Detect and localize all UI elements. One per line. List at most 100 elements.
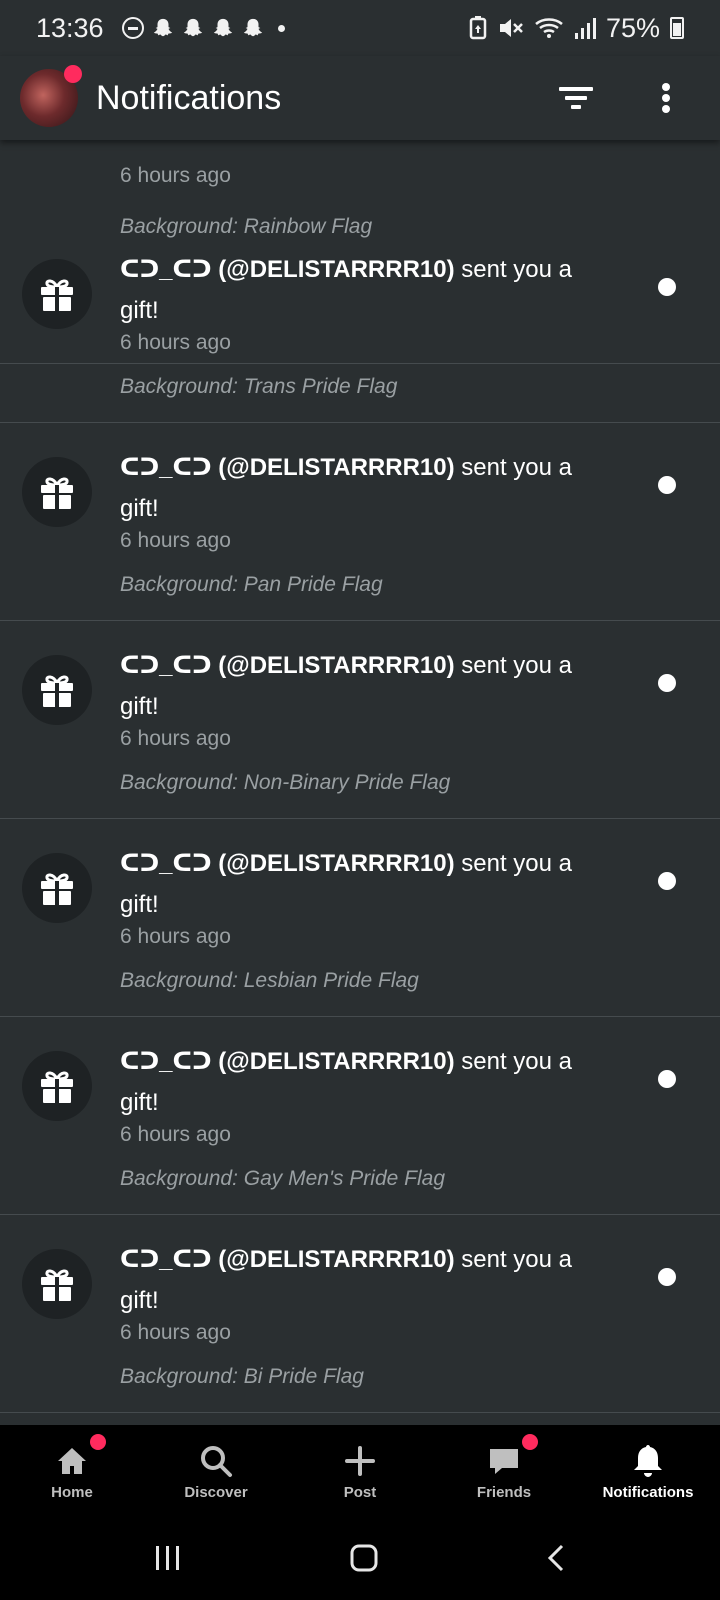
nav-discover-icon-wrap: [199, 1440, 233, 1482]
notification-time: 6 hours ago: [120, 925, 231, 948]
sender-name[interactable]: ᑕᑐ_ᑕᑐ (@DELISTARRRR10): [120, 256, 455, 283]
bottom-nav: Home Discover Post Friends Notifications: [0, 1425, 720, 1515]
sender-name[interactable]: ᑕᑐ_ᑕᑐ (@DELISTARRRR10): [120, 454, 455, 481]
unread-indicator: [658, 1268, 676, 1286]
header-actions: [556, 78, 700, 118]
gift-icon: [41, 873, 73, 905]
unread-indicator: [658, 1070, 676, 1088]
gift-icon: [41, 477, 73, 509]
home-button-icon[interactable]: [349, 1543, 379, 1573]
snapchat-icon: [153, 18, 172, 37]
notification-text: ᑕᑐ_ᑕᑐ (@DELISTARRRR10) sent you a gift! …: [120, 249, 610, 399]
notification-background: Background: Bi Pride Flag: [120, 1365, 364, 1388]
back-icon[interactable]: [545, 1543, 567, 1573]
unread-indicator: [658, 872, 676, 890]
gift-icon: [41, 1269, 73, 1301]
gift-avatar: [22, 457, 92, 527]
status-icons: [121, 17, 285, 39]
status-bar: 13:36 75%: [0, 0, 720, 56]
notification-message: ᑕᑐ_ᑕᑐ (@DELISTARRRR10) sent you a gift!: [120, 1041, 610, 1123]
nav-friends-icon-wrap: [488, 1433, 538, 1482]
nav-home-label: Home: [51, 1483, 93, 1501]
nav-home[interactable]: Home: [0, 1425, 144, 1515]
avatar[interactable]: [20, 65, 82, 127]
signal-icon: [574, 18, 596, 39]
more-vertical-icon: [662, 83, 670, 113]
battery-percent: 75%: [605, 12, 660, 43]
status-left: 13:36: [36, 13, 285, 44]
battery-icon: [670, 17, 684, 39]
home-icon: [58, 1447, 86, 1474]
unread-indicator: [658, 278, 676, 296]
status-right: 75%: [468, 13, 684, 44]
notification-dot-icon: [277, 24, 285, 32]
search-icon: [201, 1445, 232, 1477]
more-options-button[interactable]: [646, 78, 686, 118]
wifi-icon: [535, 18, 563, 38]
snapchat-icon: [213, 18, 232, 37]
recent-apps-icon[interactable]: [153, 1544, 183, 1572]
notification-message: ᑕᑐ_ᑕᑐ (@DELISTARRRR10) sent you a gift!: [120, 1239, 610, 1321]
notification-message: ᑕᑐ_ᑕᑐ (@DELISTARRRR10) sent you a gift!: [120, 843, 610, 925]
system-nav: [0, 1515, 720, 1600]
chat-icon: [490, 1448, 518, 1474]
gift-avatar: [22, 259, 92, 329]
notification-background: Background: Lesbian Pride Flag: [120, 969, 419, 992]
bell-icon: [634, 1444, 662, 1477]
list-item[interactable]: ᑕᑐ_ᑕᑐ (@DELISTARRRR10) sent you a gift! …: [0, 423, 720, 621]
nav-notifications[interactable]: Notifications: [576, 1425, 720, 1515]
mute-icon: [499, 19, 523, 37]
gift-avatar: [22, 1051, 92, 1121]
notification-time: 6 hours ago: [120, 1123, 231, 1146]
notification-text: ᑕᑐ_ᑕᑐ (@DELISTARRRR10) sent you a gift! …: [120, 447, 610, 597]
snapchat-icon: [243, 18, 262, 37]
gift-avatar: [22, 655, 92, 725]
home-badge: [90, 1433, 106, 1450]
notification-message: ᑕᑐ_ᑕᑐ (@DELISTARRRR10) sent you a gift!: [120, 645, 610, 727]
notification-message: ᑕᑐ_ᑕᑐ (@DELISTARRRR10) sent you a gift!: [120, 447, 610, 529]
gift-avatar: [22, 853, 92, 923]
notification-time: 6 hours ago: [120, 331, 231, 354]
notification-background: Background: Non-Binary Pride Flag: [120, 771, 451, 794]
notification-time: 6 hours ago: [120, 727, 231, 750]
nav-home-icon-wrap: [56, 1433, 106, 1482]
plus-icon: [345, 1445, 375, 1476]
sender-name[interactable]: ᑕᑐ_ᑕᑐ (@DELISTARRRR10): [120, 1246, 455, 1273]
sender-name[interactable]: ᑕᑐ_ᑕᑐ (@DELISTARRRR10): [120, 652, 455, 679]
gift-icon: [41, 1071, 73, 1103]
nav-notifications-label: Notifications: [602, 1483, 694, 1501]
status-time: 13:36: [36, 12, 104, 43]
list-item[interactable]: ᑕᑐ_ᑕᑐ (@DELISTARRRR10) sent you a gift! …: [0, 225, 720, 423]
nav-post[interactable]: Post: [288, 1425, 432, 1515]
nav-friends[interactable]: Friends: [432, 1425, 576, 1515]
list-item[interactable]: ᑕᑐ_ᑕᑐ (@DELISTARRRR10) sent you a gift! …: [0, 819, 720, 1017]
sender-name[interactable]: ᑕᑐ_ᑕᑐ (@DELISTARRRR10): [120, 850, 455, 877]
nav-discover[interactable]: Discover: [144, 1425, 288, 1515]
list-item[interactable]: ᑕᑐ_ᑕᑐ (@DELISTARRRR10) sent you a gift! …: [0, 1215, 720, 1413]
snapchat-icon: [183, 18, 202, 37]
filter-button[interactable]: [556, 78, 596, 118]
gift-avatar: [22, 1249, 92, 1319]
notification-list[interactable]: 6 hours ago Background: Rainbow Flag ᑕᑐ_…: [0, 140, 720, 1425]
notification-background: Background: Pan Pride Flag: [120, 573, 383, 596]
list-item[interactable]: ᑕᑐ_ᑕᑐ (@DELISTARRRR10) sent you a gift! …: [0, 1017, 720, 1215]
nav-discover-label: Discover: [184, 1483, 248, 1501]
notification-time: 6 hours ago: [120, 529, 231, 552]
gift-icon: [41, 675, 73, 707]
notification-text: ᑕᑐ_ᑕᑐ (@DELISTARRRR10) sent you a gift! …: [120, 1239, 610, 1389]
notification-time: 6 hours ago: [120, 164, 231, 187]
list-item[interactable]: ᑕᑐ_ᑕᑐ (@DELISTARRRR10) sent you a gift! …: [0, 621, 720, 819]
do-not-disturb-icon: [121, 17, 144, 39]
nav-friends-label: Friends: [476, 1483, 532, 1501]
unread-indicator: [658, 674, 676, 692]
notification-text: ᑕᑐ_ᑕᑐ (@DELISTARRRR10) sent you a gift! …: [120, 843, 610, 993]
friends-badge: [522, 1433, 538, 1450]
unread-indicator: [658, 476, 676, 494]
gift-icon: [41, 279, 73, 311]
sender-name[interactable]: ᑕᑐ_ᑕᑐ (@DELISTARRRR10): [120, 1048, 455, 1075]
notification-time: 6 hours ago: [120, 1321, 231, 1344]
nav-post-icon-wrap: [345, 1440, 375, 1482]
app-header: Notifications: [0, 56, 720, 140]
notification-background: Background: Trans Pride Flag: [120, 375, 398, 398]
notification-message: ᑕᑐ_ᑕᑐ (@DELISTARRRR10) sent you a gift!: [120, 249, 610, 331]
